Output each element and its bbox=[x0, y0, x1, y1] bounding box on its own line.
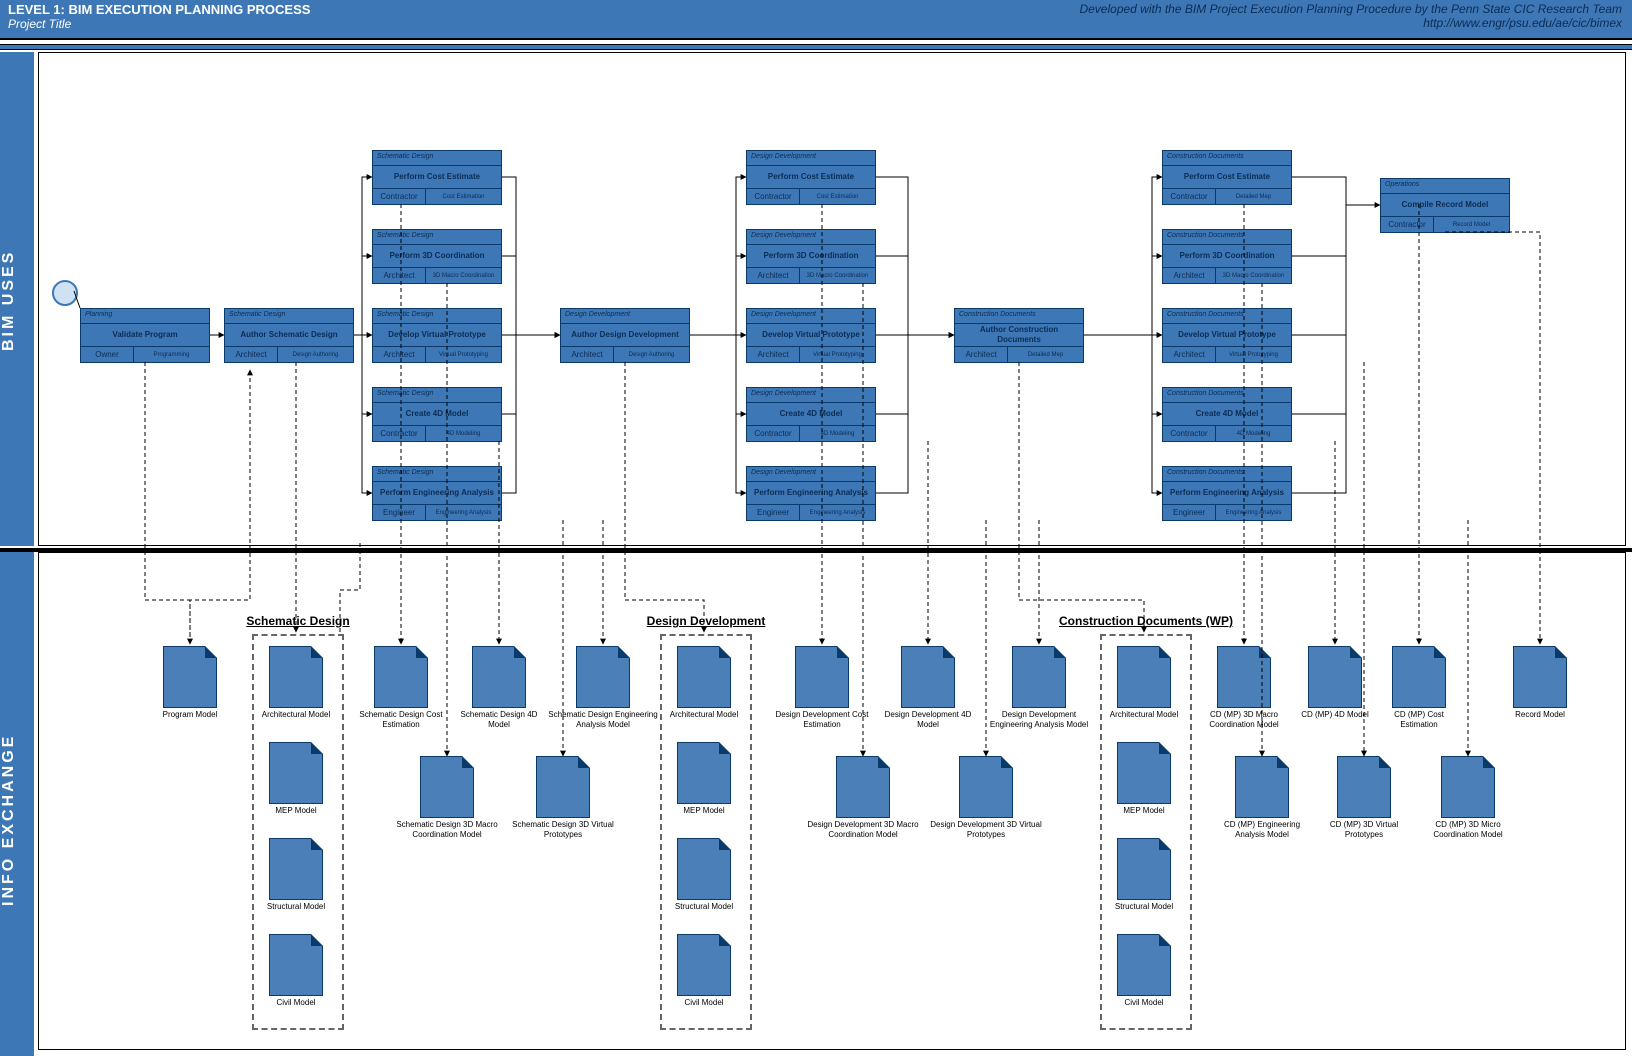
document-icon bbox=[836, 756, 890, 818]
node-sd-3d: Schematic DesignPerform 3D Coordination … bbox=[372, 229, 502, 284]
credit-line-1: Developed with the BIM Project Execution… bbox=[1079, 2, 1622, 16]
doc-cd-4d: CD (MP) 4D Model bbox=[1294, 646, 1376, 720]
node-dd-3d: Design DevelopmentPerform 3D Coordinatio… bbox=[746, 229, 876, 284]
document-icon bbox=[901, 646, 955, 708]
document-icon bbox=[269, 742, 323, 804]
document-icon bbox=[269, 934, 323, 996]
node-author-dd: Design DevelopmentAuthor Design Developm… bbox=[560, 308, 690, 363]
node-cd-eng: Construction DocumentsPerform Engineerin… bbox=[1162, 466, 1292, 521]
doc-cd-struct: Structural Model bbox=[1100, 838, 1188, 912]
doc-dd-mep: MEP Model bbox=[660, 742, 748, 816]
doc-dd-civil: Civil Model bbox=[660, 934, 748, 1008]
document-icon bbox=[677, 838, 731, 900]
document-icon bbox=[576, 646, 630, 708]
start-circle bbox=[52, 280, 78, 306]
document-icon bbox=[677, 646, 731, 708]
bim-uses-label: BIM USES bbox=[0, 180, 34, 420]
node-dd-cost: Design DevelopmentPerform Cost Estimate … bbox=[746, 150, 876, 205]
node-dd-vp: Design DevelopmentDevelop Virtual Protot… bbox=[746, 308, 876, 363]
document-icon bbox=[1337, 756, 1391, 818]
node-dd-eng: Design DevelopmentPerform Engineering An… bbox=[746, 466, 876, 521]
doc-cd-engm: CD (MP) Engineering Analysis Model bbox=[1210, 756, 1314, 840]
header-divider bbox=[0, 44, 1632, 50]
title-block: LEVEL 1: BIM EXECUTION PLANNING PROCESS … bbox=[8, 2, 310, 31]
node-author-schematic: Schematic Design Author Schematic Design… bbox=[224, 308, 354, 363]
page-subtitle: Project Title bbox=[8, 17, 310, 31]
node-sd-eng: Schematic DesignPerform Engineering Anal… bbox=[372, 466, 502, 521]
doc-sd-civil: Civil Model bbox=[252, 934, 340, 1008]
doc-dd-3dvp: Design Development 3D Virtual Prototypes bbox=[930, 756, 1042, 840]
info-exchange-label: INFO EXCHANGE bbox=[0, 700, 34, 940]
node-dd-4d: Design DevelopmentCreate 4D Model Contra… bbox=[746, 387, 876, 442]
credit-line-2: http://www.engr/psu.edu/ae/cic/bimex bbox=[1079, 16, 1622, 30]
page-title: LEVEL 1: BIM EXECUTION PLANNING PROCESS bbox=[8, 2, 310, 17]
document-icon bbox=[1012, 646, 1066, 708]
diagram-page: LEVEL 1: BIM EXECUTION PLANNING PROCESS … bbox=[0, 0, 1632, 1056]
node-author-cd: Construction DocumentsAuthor Constructio… bbox=[954, 308, 1084, 363]
doc-dd-3dmacro: Design Development 3D Macro Coordination… bbox=[800, 756, 926, 840]
doc-dd-arch: Architectural Model bbox=[660, 646, 748, 720]
doc-sd-struct: Structural Model bbox=[252, 838, 340, 912]
document-icon bbox=[472, 646, 526, 708]
document-icon bbox=[163, 646, 217, 708]
node-sd-vp: Schematic DesignDevelop Virtual Prototyp… bbox=[372, 308, 502, 363]
document-icon bbox=[1117, 838, 1171, 900]
document-icon bbox=[1308, 646, 1362, 708]
title-bar: LEVEL 1: BIM EXECUTION PLANNING PROCESS … bbox=[0, 0, 1632, 40]
doc-sd-3dvp: Schematic Design 3D Virtual Prototypes bbox=[510, 756, 616, 840]
document-icon bbox=[1117, 742, 1171, 804]
doc-cd-civil: Civil Model bbox=[1100, 934, 1188, 1008]
doc-cd-arch: Architectural Model bbox=[1100, 646, 1188, 720]
document-icon bbox=[269, 838, 323, 900]
document-icon bbox=[677, 934, 731, 996]
doc-cd-mep: MEP Model bbox=[1100, 742, 1188, 816]
lane-split bbox=[0, 548, 1632, 552]
node-sd-cost: Schematic DesignPerform Cost Estimate Co… bbox=[372, 150, 502, 205]
document-icon bbox=[677, 742, 731, 804]
document-icon bbox=[536, 756, 590, 818]
node-compile-record: OperationsCompile Record Model Contracto… bbox=[1380, 178, 1510, 233]
doc-sd-arch: Architectural Model bbox=[252, 646, 340, 720]
node-validate-program: Planning Validate Program OwnerProgrammi… bbox=[80, 308, 210, 363]
document-icon bbox=[959, 756, 1013, 818]
node-cd-3d: Construction DocumentsPerform 3D Coordin… bbox=[1162, 229, 1292, 284]
document-icon bbox=[1392, 646, 1446, 708]
document-icon bbox=[374, 646, 428, 708]
doc-sd-mep: MEP Model bbox=[252, 742, 340, 816]
document-icon bbox=[795, 646, 849, 708]
document-icon bbox=[1117, 934, 1171, 996]
doc-sd-engm: Schematic Design Engineering Analysis Mo… bbox=[548, 646, 658, 730]
group-label: Design Development bbox=[647, 614, 766, 628]
doc-cd-cost: CD (MP) Cost Estimation bbox=[1378, 646, 1460, 730]
document-icon bbox=[1117, 646, 1171, 708]
node-cd-vp: Construction DocumentsDevelop Virtual Pr… bbox=[1162, 308, 1292, 363]
doc-sd-3dmacro: Schematic Design 3D Macro Coordination M… bbox=[388, 756, 506, 840]
document-icon bbox=[1441, 756, 1495, 818]
document-icon bbox=[1235, 756, 1289, 818]
doc-dd-4d: Design Development 4D Model bbox=[876, 646, 980, 730]
doc-dd-cost: Design Development Cost Estimation bbox=[770, 646, 874, 730]
doc-cd-3dvp: CD (MP) 3D Virtual Prototypes bbox=[1316, 756, 1412, 840]
node-sd-4d: Schematic DesignCreate 4D Model Contract… bbox=[372, 387, 502, 442]
group-label: Schematic Design bbox=[246, 614, 349, 628]
doc-sd-4d: Schematic Design 4D Model bbox=[452, 646, 546, 730]
node-cd-cost: Construction DocumentsPerform Cost Estim… bbox=[1162, 150, 1292, 205]
doc-dd-engm: Design Development Engineering Analysis … bbox=[980, 646, 1098, 730]
doc-record-model: Record Model bbox=[1496, 646, 1584, 720]
document-icon bbox=[269, 646, 323, 708]
document-icon bbox=[420, 756, 474, 818]
node-cd-4d: Construction DocumentsCreate 4D Model Co… bbox=[1162, 387, 1292, 442]
credit-block: Developed with the BIM Project Execution… bbox=[1079, 2, 1622, 30]
document-icon bbox=[1513, 646, 1567, 708]
doc-sd-cost: Schematic Design Cost Estimation bbox=[354, 646, 448, 730]
group-label: Construction Documents (WP) bbox=[1056, 614, 1236, 628]
doc-program-model: Program Model bbox=[146, 646, 234, 720]
doc-dd-struct: Structural Model bbox=[660, 838, 748, 912]
doc-cd-3dmicro: CD (MP) 3D Micro Coordination Model bbox=[1418, 756, 1518, 840]
doc-cd-3dmacro: CD (MP) 3D Macro Coordination Model bbox=[1196, 646, 1292, 730]
document-icon bbox=[1217, 646, 1271, 708]
